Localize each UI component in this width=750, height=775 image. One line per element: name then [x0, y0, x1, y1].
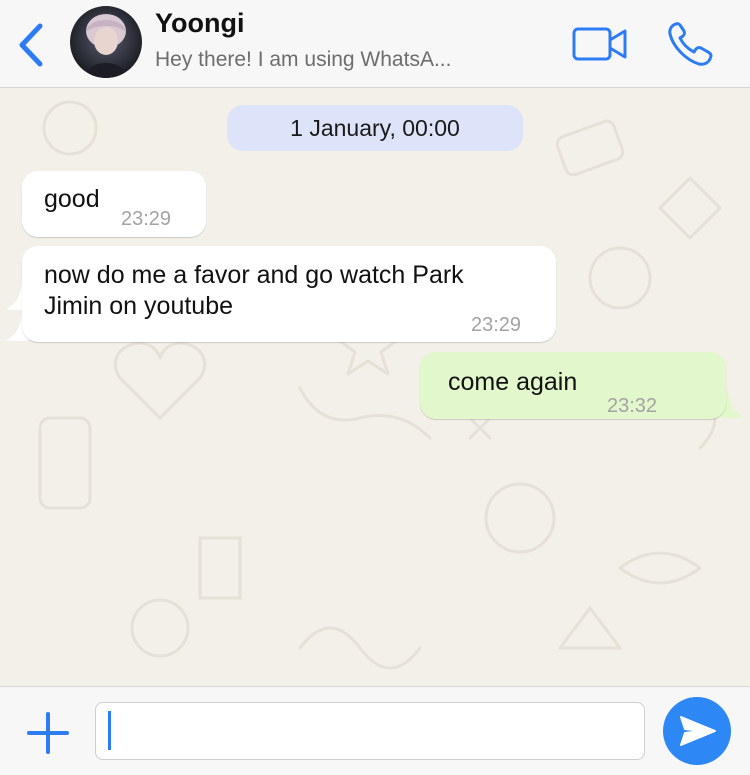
message-text: Jimin on youtube [44, 292, 234, 320]
chevron-left-icon [19, 23, 43, 67]
chat-area[interactable]: 1 January, 00:00 good 23:29 now do me a … [0, 88, 750, 686]
attach-button[interactable] [26, 711, 70, 755]
message-text: come again [448, 368, 578, 396]
video-call-button[interactable] [572, 26, 628, 62]
avatar[interactable] [70, 6, 142, 78]
text-cursor [108, 711, 111, 750]
back-button[interactable] [12, 20, 52, 70]
message-text: now do me a favor and go watch Park [44, 261, 464, 289]
contact-status[interactable]: Hey there! I am using WhatsA... [155, 48, 485, 72]
message-text: good [44, 185, 100, 213]
send-icon [680, 716, 716, 746]
message-input[interactable] [95, 702, 645, 760]
voice-call-button[interactable] [666, 20, 716, 68]
message-time: 23:32 [607, 395, 658, 417]
message-bubble-incoming[interactable]: good 23:29 [22, 171, 206, 237]
message-bubble-outgoing[interactable]: come again 23:32 [420, 352, 726, 419]
composer-bar [0, 686, 750, 775]
contact-name[interactable]: Yoongi [155, 8, 244, 39]
message-time: 23:29 [121, 208, 172, 230]
date-separator: 1 January, 00:00 [227, 105, 523, 151]
plus-icon [27, 712, 69, 754]
send-button[interactable] [663, 697, 731, 765]
phone-icon [668, 22, 713, 66]
message-time: 23:29 [471, 314, 522, 336]
chat-header: Yoongi Hey there! I am using WhatsA... [0, 0, 750, 88]
video-camera-icon [572, 27, 627, 61]
message-bubble-incoming[interactable]: now do me a favor and go watch Park Jimi… [22, 246, 556, 342]
